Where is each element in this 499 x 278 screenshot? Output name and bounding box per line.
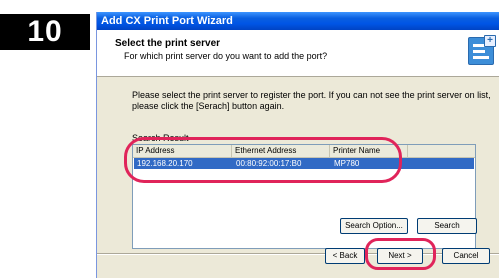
wizard-printer-icon: + — [468, 35, 496, 65]
next-button-highlight-annotation — [365, 238, 436, 270]
add-plus-icon: + — [484, 35, 496, 47]
back-button[interactable]: < Back — [325, 248, 365, 264]
list-row-highlight-annotation — [124, 137, 402, 183]
page-title: Select the print server — [115, 38, 221, 49]
instructions-text: Please select the print server to regist… — [132, 90, 491, 111]
cancel-button[interactable]: Cancel — [442, 248, 490, 264]
search-button[interactable]: Search — [417, 218, 477, 234]
window-title: Add CX Print Port Wizard — [97, 12, 499, 30]
search-option-button[interactable]: Search Option... — [340, 218, 408, 234]
icon-line-3 — [473, 56, 489, 59]
step-number-badge: 10 — [0, 14, 90, 50]
footer-divider — [97, 253, 499, 255]
wizard-header: Select the print server For which print … — [97, 30, 499, 77]
page-subtitle: For which print server do you want to ad… — [124, 51, 328, 61]
icon-line-2 — [473, 50, 485, 53]
